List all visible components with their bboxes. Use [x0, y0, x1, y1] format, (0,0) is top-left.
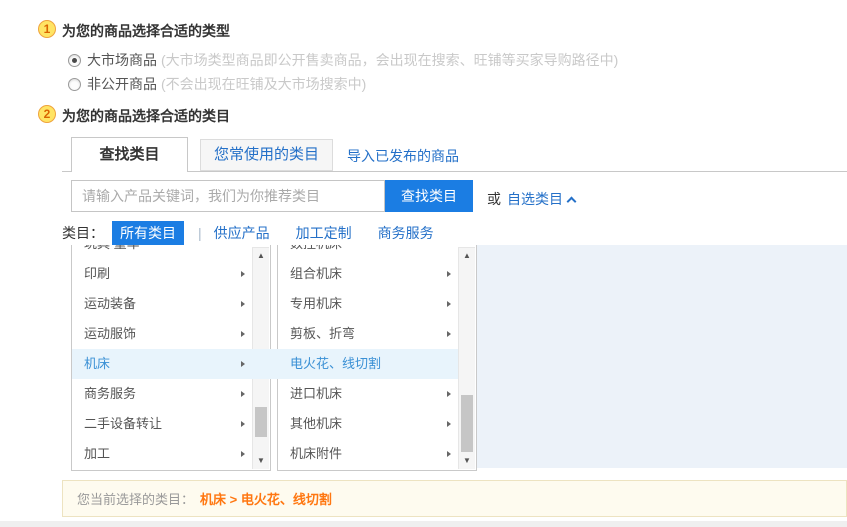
category-list-2: 数控机床 组合机床 专用机床 剪板、折弯 电火花、线切割 — [278, 245, 459, 469]
self-select-category-link[interactable]: 自选类目 — [507, 189, 575, 209]
keyword-search-input[interactable] — [71, 180, 385, 212]
category-column-2: 数控机床 组合机床 专用机床 剪板、折弯 电火花、线切割 — [277, 245, 477, 471]
category-list-1: 玩具 童车 印刷 运动装备 运动服饰 机床 — [72, 245, 253, 469]
radio-selected-icon[interactable] — [68, 54, 81, 67]
scrollbar-thumb[interactable] — [255, 407, 267, 437]
collapse-caret-icon — [567, 196, 577, 206]
scroll-down-icon[interactable]: ▼ — [459, 453, 475, 469]
current-selection-bar: 您当前选择的类目： 机床 > 电火花、线切割 — [62, 480, 847, 517]
category-item[interactable]: 其他机床 — [278, 409, 459, 439]
selected-row-bridge — [252, 349, 279, 379]
category-item[interactable]: 印刷 — [72, 259, 253, 289]
category-filter-row: 类目： 所有类目 | 供应产品 加工定制 商务服务 — [62, 221, 460, 245]
tab-find-category[interactable]: 查找类目 — [71, 137, 188, 172]
option-market-product[interactable]: 大市场商品 (大市场类型商品即公开售卖商品，会出现在搜索、旺铺等买家导购路径中) — [68, 50, 618, 70]
submenu-arrow-icon — [447, 421, 451, 427]
submenu-arrow-icon — [241, 331, 245, 337]
category-item[interactable]: 机床附件 — [278, 439, 459, 469]
filter-supply-products[interactable]: 供应产品 — [214, 223, 270, 243]
submenu-arrow-icon — [447, 391, 451, 397]
tab-frequently-used-categories[interactable]: 您常使用的类目 — [200, 139, 333, 171]
or-label: 或 — [487, 189, 501, 209]
scroll-up-icon[interactable]: ▲ — [459, 248, 475, 264]
current-selection-path: 机床 > 电火花、线切割 — [200, 489, 332, 508]
submenu-arrow-icon — [447, 301, 451, 307]
filter-divider: | — [198, 225, 202, 241]
submenu-arrow-icon — [241, 301, 245, 307]
scrollbar-thumb[interactable] — [461, 395, 473, 452]
filter-processing-custom[interactable]: 加工定制 — [296, 223, 352, 243]
scrollbar[interactable]: ▲ ▼ — [458, 247, 475, 469]
step-2-badge: 2 — [38, 105, 56, 123]
category-item-selected[interactable]: 机床 — [72, 349, 253, 379]
category-column-1: 玩具 童车 印刷 运动装备 运动服饰 机床 — [71, 245, 271, 471]
subcategory-panel — [477, 245, 847, 468]
current-selection-label: 您当前选择的类目： — [77, 489, 194, 508]
category-item-selected[interactable]: 电火花、线切割 — [278, 349, 459, 379]
category-select-page: 1 为您的商品选择合适的类型 大市场商品 (大市场类型商品即公开售卖商品，会出现… — [0, 0, 847, 527]
filter-label: 类目： — [62, 223, 104, 243]
submenu-arrow-icon — [447, 451, 451, 457]
submenu-arrow-icon — [241, 421, 245, 427]
option-private-product[interactable]: 非公开商品 (不会出现在旺铺及大市场搜索中) — [68, 74, 366, 94]
option-label[interactable]: 非公开商品 — [87, 74, 157, 94]
scroll-down-icon[interactable]: ▼ — [253, 453, 269, 469]
step-2-title: 为您的商品选择合适的类目 — [62, 106, 230, 126]
category-item[interactable]: 运动服饰 — [72, 319, 253, 349]
option-label[interactable]: 大市场商品 — [87, 50, 157, 70]
category-item[interactable]: 玩具 童车 — [72, 245, 253, 259]
step-1-title: 为您的商品选择合适的类型 — [62, 21, 230, 41]
filter-all-categories[interactable]: 所有类目 — [112, 221, 184, 245]
filter-business-services[interactable]: 商务服务 — [378, 223, 434, 243]
submenu-arrow-icon — [447, 331, 451, 337]
submenu-arrow-icon — [241, 271, 245, 277]
category-item[interactable]: 二手设备转让 — [72, 409, 253, 439]
option-note: (大市场类型商品即公开售卖商品，会出现在搜索、旺铺等买家导购路径中) — [161, 50, 618, 70]
submenu-arrow-icon — [241, 361, 245, 367]
category-item[interactable]: 进口机床 — [278, 379, 459, 409]
submenu-arrow-icon — [241, 391, 245, 397]
category-item[interactable]: 运动装备 — [72, 289, 253, 319]
option-note: (不会出现在旺铺及大市场搜索中) — [161, 74, 366, 94]
radio-unselected-icon[interactable] — [68, 78, 81, 91]
submenu-arrow-icon — [447, 271, 451, 277]
tab-import-published-products[interactable]: 导入已发布的商品 — [347, 146, 459, 166]
scroll-up-icon[interactable]: ▲ — [253, 248, 269, 264]
category-item[interactable]: 商务服务 — [72, 379, 253, 409]
category-item[interactable]: 专用机床 — [278, 289, 459, 319]
category-picker: 玩具 童车 印刷 运动装备 运动服饰 机床 — [62, 245, 847, 471]
submenu-arrow-icon — [241, 451, 245, 457]
category-item[interactable]: 剪板、折弯 — [278, 319, 459, 349]
find-category-button[interactable]: 查找类目 — [385, 180, 473, 212]
step-1-badge: 1 — [38, 20, 56, 38]
category-item[interactable]: 加工 — [72, 439, 253, 469]
category-item[interactable]: 数控机床 — [278, 245, 459, 259]
self-select-label[interactable]: 自选类目 — [507, 189, 563, 209]
category-item[interactable]: 组合机床 — [278, 259, 459, 289]
bottom-divider — [0, 521, 847, 527]
